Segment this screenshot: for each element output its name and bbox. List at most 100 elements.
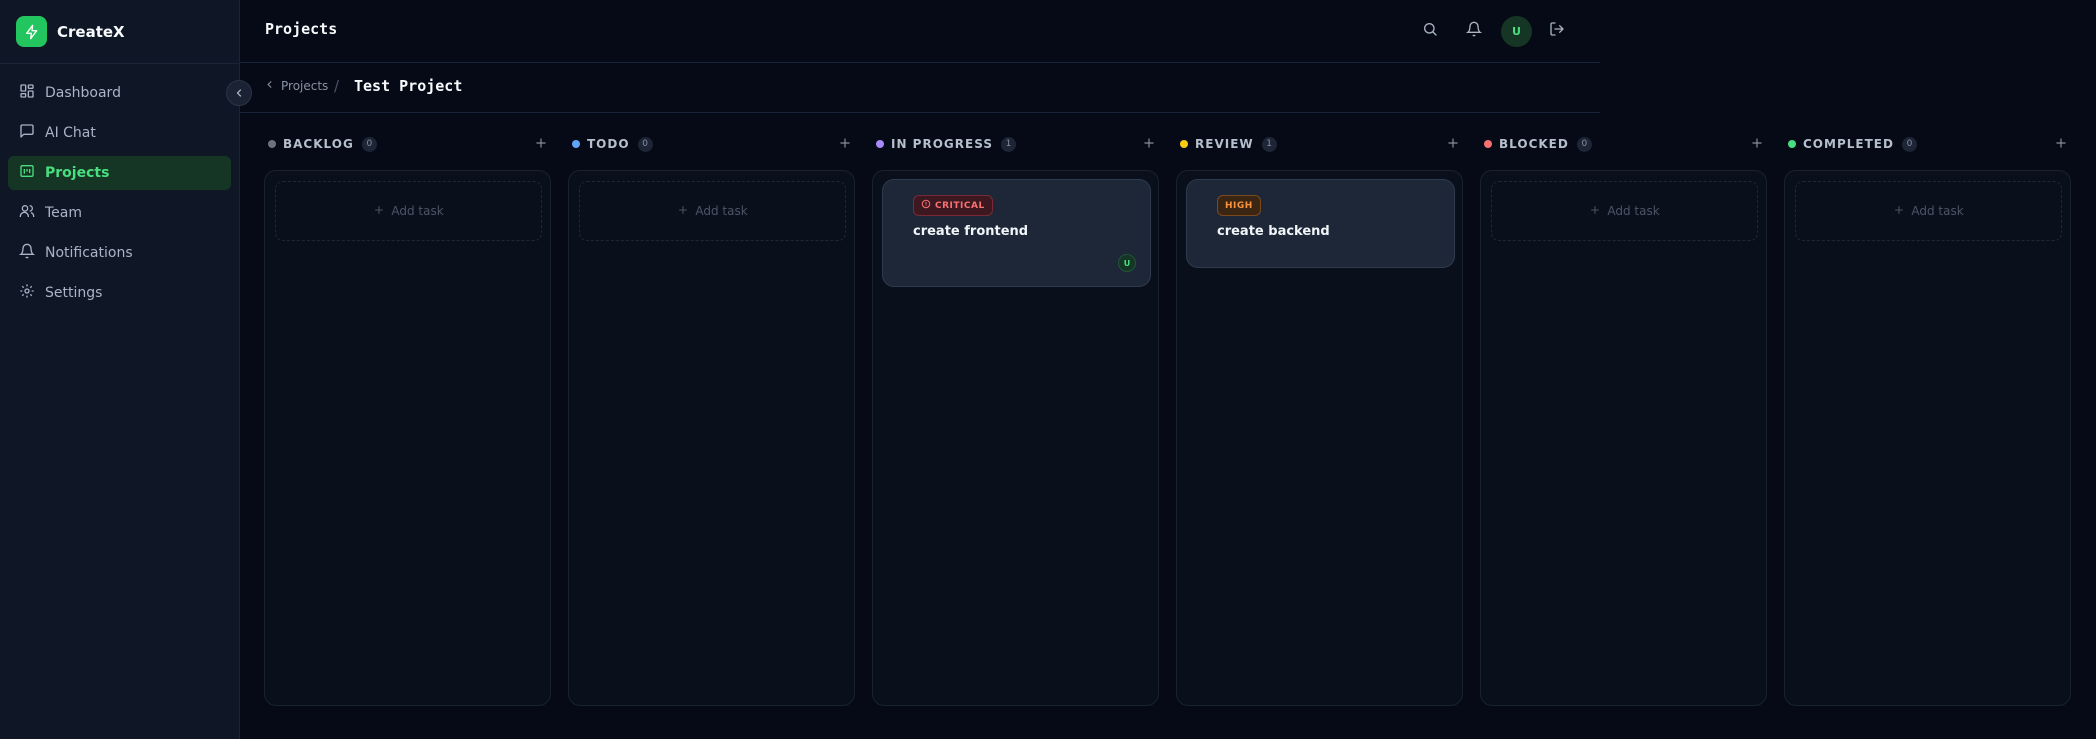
status-dot [1484,140,1492,148]
status-dot [1180,140,1188,148]
column-title: BACKLOG [283,137,354,151]
plus-icon [1750,135,1764,154]
gear-icon [19,283,35,303]
lightning-icon [16,16,47,47]
chevron-left-icon [264,79,275,93]
column-count-badge: 0 [1576,136,1592,152]
sidebar-item-settings[interactable]: Settings [8,276,231,310]
task-card[interactable]: CRITICAL create frontend U [882,179,1151,287]
add-task-label: Add task [1607,204,1660,218]
plus-icon [1893,204,1905,219]
search-icon [1422,21,1438,41]
sidebar-item-team[interactable]: Team [8,196,231,230]
chat-icon [19,123,35,143]
add-task-button[interactable] [1139,134,1159,154]
page-title: Projects [265,20,338,38]
assignee-avatar[interactable]: U [1118,254,1136,272]
add-task-button[interactable] [531,134,551,154]
task-card[interactable]: HIGH create backend [1186,179,1455,268]
priority-label: CRITICAL [935,200,985,211]
sidebar-item-projects[interactable]: Projects [8,156,231,190]
alert-circle-icon [921,199,931,212]
column-count-badge: 0 [1901,136,1917,152]
avatar[interactable]: U [1501,16,1532,47]
add-task-placeholder[interactable]: Add task [1795,181,2062,241]
column-header-review: REVIEW 1 [1176,134,1463,154]
add-task-button[interactable] [1443,134,1463,154]
add-task-button[interactable] [2051,134,2071,154]
task-title: create frontend [913,224,1029,239]
column-title: TODO [587,137,630,151]
sidebar-item-label: AI Chat [45,125,96,141]
add-task-button[interactable] [1747,134,1767,154]
task-title: create backend [1217,224,1330,239]
column-backlog: Add task [264,170,551,706]
breadcrumb: Projects / Test Project [240,64,1600,113]
priority-badge: HIGH [1217,195,1261,216]
logout-icon [1549,21,1565,41]
chevron-left-icon [233,84,245,103]
column-title: BLOCKED [1499,137,1569,151]
plus-icon [838,135,852,154]
add-task-label: Add task [1911,204,1964,218]
column-header-backlog: BACKLOG 0 [264,134,551,154]
plus-icon [534,135,548,154]
sidebar: CreateX Dashboard AI Chat Projects Team … [0,0,240,739]
sidebar-item-label: Settings [45,285,103,301]
team-icon [19,203,35,223]
sidebar-item-dashboard[interactable]: Dashboard [8,76,231,110]
status-dot [876,140,884,148]
priority-label: HIGH [1225,200,1253,211]
status-dot [1788,140,1796,148]
brand-name: CreateX [57,22,125,41]
projects-icon [19,163,35,183]
column-in-progress: CRITICAL create frontend U [872,170,1159,706]
column-count-badge: 1 [1000,136,1016,152]
sidebar-item-label: Team [45,205,83,221]
sidebar-item-notifications[interactable]: Notifications [8,236,231,270]
add-task-label: Add task [391,204,444,218]
plus-icon [677,204,689,219]
column-title: REVIEW [1195,137,1254,151]
column-count-badge: 1 [1261,136,1277,152]
breadcrumb-back-link[interactable]: Projects [264,79,328,93]
column-blocked: Add task [1480,170,1767,706]
bell-icon [1465,21,1483,41]
dashboard-icon [19,83,35,103]
column-header-completed: COMPLETED 0 [1784,134,2071,154]
plus-icon [1589,204,1601,219]
add-task-placeholder[interactable]: Add task [1491,181,1758,241]
logout-button[interactable] [1545,19,1569,43]
plus-icon [2054,135,2068,154]
add-task-button[interactable] [835,134,855,154]
add-task-label: Add task [695,204,748,218]
add-task-placeholder[interactable]: Add task [579,181,846,241]
sidebar-nav: Dashboard AI Chat Projects Team Notifica… [8,76,231,316]
column-completed: Add task [1784,170,2071,706]
column-header-todo: TODO 0 [568,134,855,154]
add-task-placeholder[interactable]: Add task [275,181,542,241]
brand[interactable]: CreateX [16,16,125,47]
column-header-blocked: BLOCKED 0 [1480,134,1767,154]
priority-badge: CRITICAL [913,195,993,216]
column-count-badge: 0 [361,136,377,152]
plus-icon [1446,135,1460,154]
column-count-badge: 0 [637,136,653,152]
breadcrumb-current: Test Project [354,77,463,95]
breadcrumb-back-label: Projects [281,79,329,93]
column-todo: Add task [568,170,855,706]
breadcrumb-separator: / [334,77,340,95]
search-button[interactable] [1418,19,1442,43]
column-title: COMPLETED [1803,137,1894,151]
status-dot [572,140,580,148]
sidebar-divider [0,63,240,64]
sidebar-item-ai-chat[interactable]: AI Chat [8,116,231,150]
app-root: CreateX Dashboard AI Chat Projects Team … [0,0,2096,739]
bell-icon [18,243,36,263]
notifications-button[interactable] [1462,19,1486,43]
plus-icon [1142,135,1156,154]
plus-icon [373,204,385,219]
column-title: IN PROGRESS [891,137,993,151]
sidebar-collapse-button[interactable] [226,80,252,106]
sidebar-item-label: Notifications [45,245,133,261]
